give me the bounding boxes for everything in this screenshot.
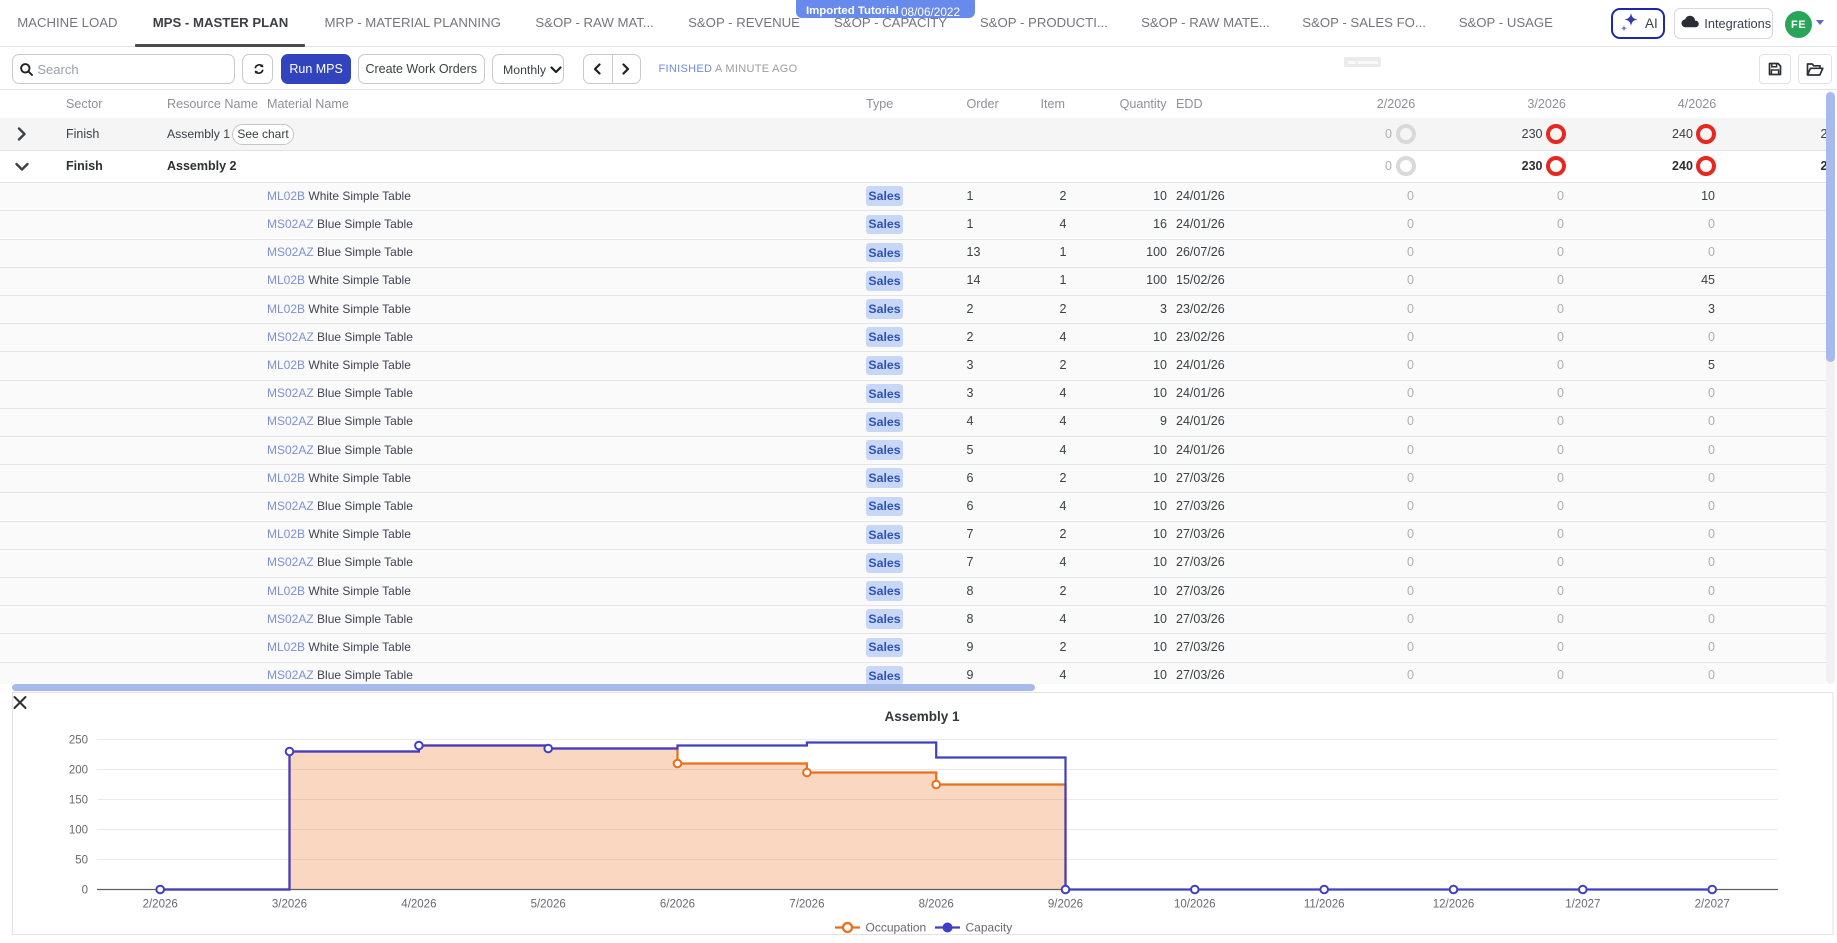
svg-text:0: 0 <box>82 885 88 897</box>
svg-text:11/2026: 11/2026 <box>1304 899 1345 911</box>
svg-text:Assembly 1: Assembly 1 <box>884 709 960 724</box>
svg-text:Capacity: Capacity <box>966 921 1013 935</box>
svg-text:2/2026: 2/2026 <box>143 899 178 911</box>
svg-text:12/2026: 12/2026 <box>1433 899 1475 911</box>
svg-text:250: 250 <box>69 735 88 747</box>
svg-text:2/2027: 2/2027 <box>1695 899 1730 911</box>
svg-text:1/2027: 1/2027 <box>1565 899 1600 911</box>
svg-text:200: 200 <box>69 765 88 777</box>
svg-text:7/2026: 7/2026 <box>789 899 824 911</box>
svg-text:5/2026: 5/2026 <box>531 899 566 911</box>
svg-text:150: 150 <box>69 795 88 807</box>
svg-text:3/2026: 3/2026 <box>272 899 307 911</box>
svg-text:4/2026: 4/2026 <box>401 899 436 911</box>
svg-text:6/2026: 6/2026 <box>660 899 695 911</box>
svg-text:100: 100 <box>69 825 88 837</box>
svg-text:50: 50 <box>75 855 88 867</box>
svg-text:8/2026: 8/2026 <box>919 899 954 911</box>
svg-text:Occupation: Occupation <box>866 921 927 935</box>
svg-text:10/2026: 10/2026 <box>1174 899 1216 911</box>
svg-text:9/2026: 9/2026 <box>1048 899 1083 911</box>
